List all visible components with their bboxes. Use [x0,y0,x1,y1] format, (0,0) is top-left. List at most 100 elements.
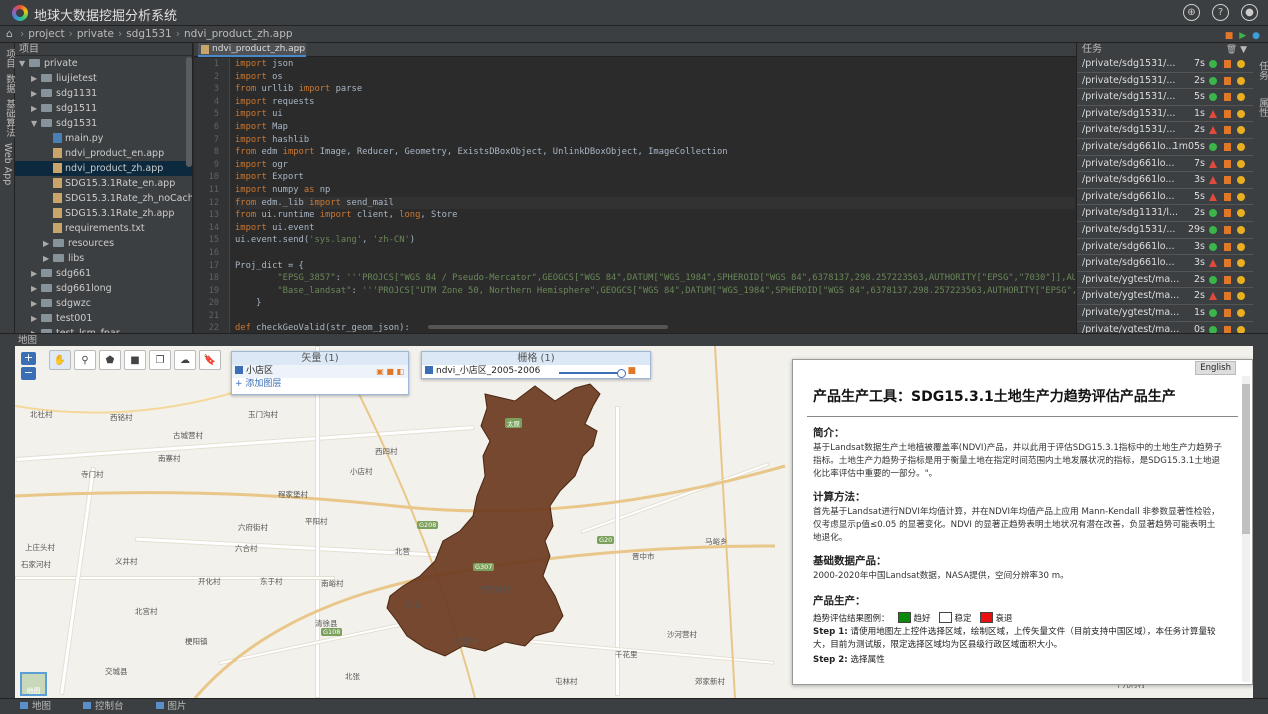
rail-tab[interactable]: 任务 [1255,61,1268,80]
tree-item[interactable]: main.py [15,131,192,146]
code-editor[interactable]: ndvi_product_zh.app × 1 2 3 4 5 6 7 8 9 10 11 12 13 1… [194,43,1076,333]
code-line[interactable]: ui.event.send('sys.lang', 'zh-CN') [235,234,1075,247]
zoom-in-button[interactable]: + [21,352,36,365]
code-line[interactable]: from edm import Image, Reducer, Geometry… [235,146,1075,159]
code-line[interactable] [235,310,1075,323]
rectangle-tool-icon[interactable]: ■ [124,350,146,370]
upload-tool-icon[interactable]: ☁ [174,350,196,370]
vector-layer-row[interactable]: 小店区 ▣ ■ ◧ [232,365,408,378]
vector-panel-title[interactable]: 矢量 (1) [232,352,408,365]
english-button[interactable]: English [1195,361,1236,375]
info-icon[interactable] [1237,308,1245,317]
task-row[interactable]: /private/ygtest/ma... 1s [1077,305,1253,322]
code-line[interactable]: "Base_landsat": '''PROJCS["UTM Zone 50, … [235,285,1075,298]
delete-icon[interactable] [1224,176,1231,185]
tree-item[interactable]: ▼ sdg1531 [15,116,192,131]
expand-arrow-icon[interactable]: ▶ [31,101,41,116]
expand-arrow-icon[interactable]: ▶ [31,281,41,296]
tree-item[interactable]: ▶ sdg1511 [15,101,192,116]
info-icon[interactable] [1237,225,1245,234]
tree-item[interactable]: SDG15.3.1Rate_zh.app [15,206,192,221]
delete-icon[interactable] [1224,126,1231,135]
task-row[interactable]: /private/ygtest/ma... 2s [1077,288,1253,305]
task-row[interactable]: /private/ygtest/ma... 2s [1077,272,1253,289]
task-row[interactable]: /private/sdg661lo... 3s [1077,255,1253,272]
code-line[interactable]: import ui.event [235,222,1075,235]
tree-item[interactable]: ▶ sdg1131 [15,86,192,101]
home-icon[interactable]: ⌂ [6,28,13,40]
tree-item[interactable]: ▶ resources [15,236,192,251]
code-line[interactable]: from urllib import parse [235,83,1075,96]
delete-icon[interactable] [1224,209,1231,218]
rail-tab[interactable]: 属性 [1255,98,1268,117]
task-row[interactable]: /private/sdg1531/... 2s [1077,73,1253,90]
delete-icon[interactable] [1224,275,1231,284]
expand-arrow-icon[interactable]: ▶ [31,266,41,281]
delete-icon[interactable] [1224,259,1231,268]
layer-checkbox[interactable] [235,366,243,374]
info-icon[interactable] [1237,325,1245,333]
info-icon[interactable] [1237,292,1245,301]
delete-icon[interactable] [1224,308,1231,317]
breadcrumb-item[interactable]: project [28,28,64,40]
delete-icon[interactable] [1224,325,1231,333]
breadcrumb-item[interactable]: sdg1531 [126,28,172,40]
delete-icon[interactable] [1224,242,1231,251]
task-row[interactable]: /private/sdg661lo... 3s [1077,239,1253,256]
info-icon[interactable] [1237,142,1245,151]
user-icon[interactable]: ● [1241,4,1258,21]
code-line[interactable]: import Export [235,171,1075,184]
delete-icon[interactable] [1224,76,1231,85]
zoom-out-button[interactable]: − [21,367,36,380]
expand-arrow-icon[interactable]: ▶ [31,296,41,311]
code-line[interactable]: Proj_dict = { [235,260,1075,273]
code-line[interactable]: import requests [235,96,1075,109]
tree-item[interactable]: ▼ private [15,56,192,71]
info-icon[interactable] [1237,126,1245,135]
code-line[interactable]: "EPSG_3857": '''PROJCS["WGS 84 / Pseudo-… [235,272,1075,285]
rail-tab[interactable]: 基础算法 [2,99,16,137]
expand-arrow-icon[interactable]: ▶ [43,236,53,251]
code-line[interactable]: import numpy as np [235,184,1075,197]
language-icon[interactable]: ⊕ [1183,4,1200,21]
expand-arrow-icon[interactable]: ▼ [31,116,41,131]
delete-icon[interactable] [1224,192,1231,201]
delete-icon[interactable] [1224,60,1231,68]
info-icon[interactable] [1237,259,1245,268]
task-row[interactable]: /private/sdg1131/l... 2s [1077,205,1253,222]
info-icon[interactable] [1237,93,1245,102]
info-icon[interactable] [1237,192,1245,201]
tree-item[interactable]: requirements.txt [15,221,192,236]
task-row[interactable]: /private/sdg1531/... 5s [1077,89,1253,106]
bottom-tab[interactable]: 控制台 [83,701,140,712]
expand-arrow-icon[interactable]: ▶ [31,326,41,333]
project-scrollbar[interactable] [186,57,192,167]
task-row[interactable]: /private/ygtest/ma... 0s [1077,322,1253,333]
tree-item[interactable]: SDG15.3.1Rate_en.app [15,176,192,191]
code-line[interactable]: } [235,297,1075,310]
code-line[interactable] [235,247,1075,260]
delete-icon[interactable] [1224,109,1231,118]
delete-icon[interactable] [1224,292,1231,301]
basemap-switcher[interactable]: 地图 [20,672,47,696]
layers-tool-icon[interactable]: ❐ [149,350,171,370]
breadcrumb-item[interactable]: ndvi_product_zh.app [184,28,293,40]
marker-tool-icon[interactable]: ⚲ [74,350,96,370]
info-icon[interactable] [1237,109,1245,118]
opacity-slider[interactable] [559,369,626,378]
task-row[interactable]: /private/sdg661lo... 7s [1077,156,1253,173]
delete-icon[interactable] [1224,142,1231,151]
close-tab-icon[interactable]: × [294,43,302,55]
raster-panel-title[interactable]: 栅格 (1) [422,352,650,365]
info-icon[interactable] [1237,60,1245,68]
code-area[interactable]: import json import os from urllib import p… [235,58,1075,333]
tree-item[interactable]: SDG15.3.1Rate_zh_noCache.app [15,191,192,206]
delete-icon[interactable] [1224,225,1231,234]
code-line[interactable]: from ui.runtime import client, long, Sto… [235,209,1075,222]
code-line[interactable]: import ui [235,108,1075,121]
expand-arrow-icon[interactable]: ▶ [43,251,53,266]
rail-tab[interactable]: Web App [2,143,13,185]
task-row[interactable]: /private/sdg661lo... 5s [1077,189,1253,206]
add-layer-link[interactable]: + 添加图层 [232,378,408,391]
task-row[interactable]: /private/sdg1531/... 7s [1077,56,1253,73]
